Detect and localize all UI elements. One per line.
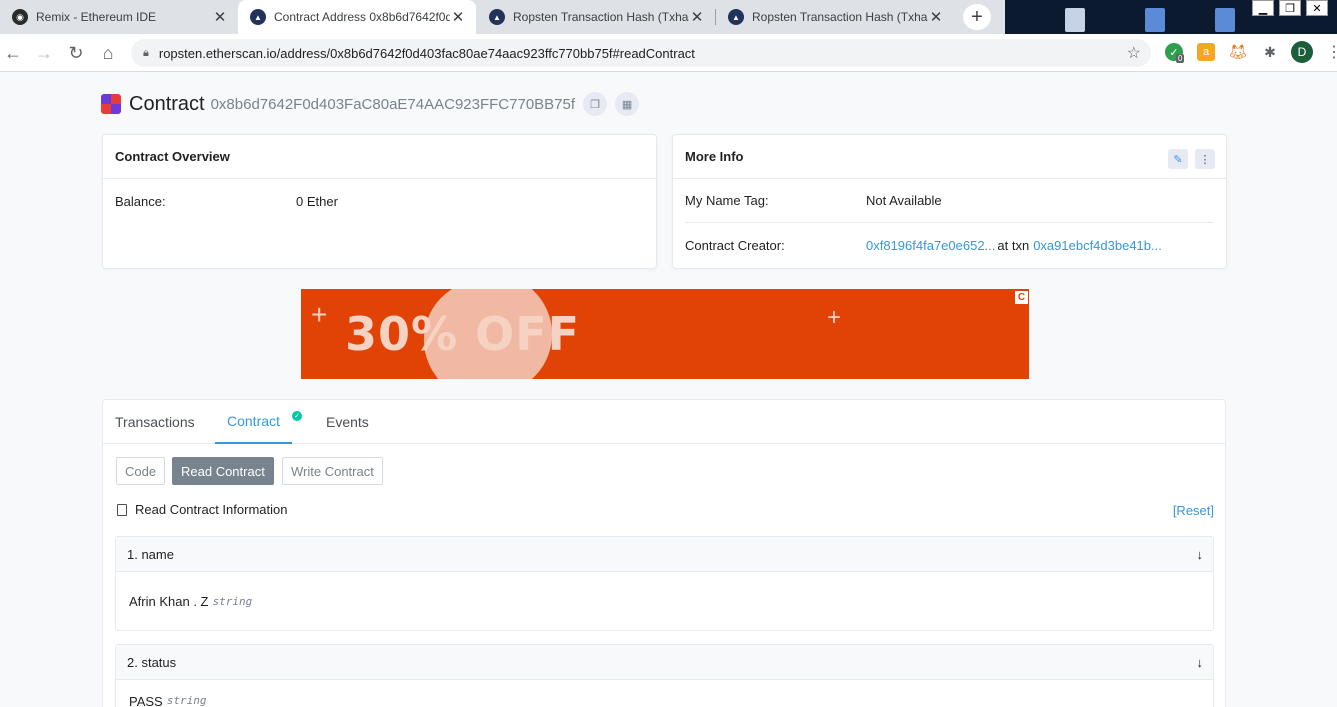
lock-icon[interactable]: 🔒︎ [143,47,149,60]
function-result: PASS string [116,680,1213,707]
remix-icon: ◉ [12,9,28,25]
desktop-file-icon [1065,8,1085,32]
extension-badge: 0 [1176,54,1185,63]
address-bar[interactable]: 🔒︎ ropsten.etherscan.io/address/0x8b6d76… [131,39,1151,67]
tab-contract-label: Contract [227,413,280,429]
read-contract-button[interactable]: Read Contract [172,457,274,485]
contract-header: Contract 0x8b6d7642F0d403FaC80aE74AAC923… [101,89,640,119]
more-info-card: More Info ✎ ⋮ My Name Tag: Not Available… [672,134,1227,269]
back-arrow-icon[interactable]: ← [1,41,25,65]
function-result: Afrin Khan . Z string [116,572,1213,630]
read-contract-info: Read Contract Information [117,502,287,517]
creator-address-link[interactable]: 0xf8196f4fa7e0e652... [866,238,995,253]
url-text[interactable]: ropsten.etherscan.io/address/0x8b6d7642f… [159,46,695,61]
function-label: 2. status [127,654,177,670]
etherscan-icon: ▲ [489,9,505,25]
browser-tab-txhash-1[interactable]: ▲ Ropsten Transaction Hash (Txhas ✕ [477,0,715,34]
close-window-button[interactable]: ✕ [1306,0,1328,16]
browser-tab-txhash-2[interactable]: ▲ Ropsten Transaction Hash (Txhas ✕ [716,0,954,34]
read-contract-info-title: Read Contract Information [135,502,288,517]
tab-title: Contract Address 0x8b6d7642f0d [274,10,450,24]
creator-row: Contract Creator: 0xf8196f4fa7e0e652... … [673,223,1226,267]
browser-tab-contract[interactable]: ▲ Contract Address 0x8b6d7642f0d ✕ [238,0,476,34]
contract-address: 0x8b6d7642F0d403FaC80aE74AAC923FFC770BB7… [210,95,576,113]
write-contract-button[interactable]: Write Contract [282,457,383,485]
arrow-down-icon[interactable]: ↓ [1197,655,1204,670]
restore-window-button[interactable]: ❐ [1279,0,1301,16]
etherscan-icon: ▲ [728,9,744,25]
close-icon[interactable]: ✕ [212,8,228,26]
extensions-puzzle-icon[interactable]: ✱ [1261,43,1279,61]
at-txn-text: at txn [997,237,1030,253]
etherscan-icon: ▲ [250,9,266,25]
page-tabs: Transactions Contract ✓ Events [103,400,1225,444]
creator-txn-link[interactable]: 0xa91ebcf4d3be41b... [1033,238,1162,253]
balance-row: Balance: 0 Ether [103,179,656,223]
bag-extension-icon[interactable]: a [1197,43,1215,61]
banner-headline: 30% OFF [345,307,581,361]
metamask-fox-icon[interactable]: 🦊︎ [1228,43,1247,61]
function-status-block: 2. status ↓ PASS string [115,644,1214,707]
tab-contract[interactable]: Contract ✓ [215,400,302,444]
home-icon[interactable]: ⌂ [96,41,120,65]
plus-icon: + [827,304,842,331]
arrow-down-icon[interactable]: ↓ [1197,547,1204,562]
close-icon[interactable]: ✕ [928,8,944,26]
tab-title: Remix - Ethereum IDE [36,10,157,24]
card-title: More Info [673,135,1226,179]
qr-code-icon[interactable]: ▦ [615,92,640,116]
function-header[interactable]: 2. status ↓ [116,645,1213,680]
name-tag-value: Not Available [866,193,942,208]
tab-title: Ropsten Transaction Hash (Txhas [513,10,689,24]
card-title: Contract Overview [103,135,656,179]
desktop-file-icon [1145,8,1165,32]
close-icon[interactable]: ✕ [450,8,466,26]
balance-value: 0 Ether [296,193,338,209]
page-title: Contract [129,92,205,115]
minimize-window-button[interactable]: ▁ [1252,0,1274,16]
balance-label: Balance: [115,193,166,209]
ad-banner[interactable]: + + 30% OFF C [301,289,1029,379]
more-options-icon[interactable]: ⋮ [1195,149,1215,169]
profile-avatar[interactable]: D [1291,41,1313,63]
new-tab-button[interactable]: + [963,4,991,30]
tab-title: Ropsten Transaction Hash (Txhas [752,10,928,24]
creator-label: Contract Creator: [685,237,785,253]
edit-wand-icon[interactable]: ✎ [1168,149,1188,169]
contract-tabs-card: Transactions Contract ✓ Events Code Read… [102,399,1226,707]
code-button[interactable]: Code [116,457,166,485]
function-header[interactable]: 1. name ↓ [116,537,1213,572]
verified-check-icon: ✓ [291,411,302,421]
forward-arrow-icon[interactable]: → [32,41,56,65]
bookmark-star-icon[interactable]: ☆ [1127,43,1141,63]
function-type: string [166,694,207,707]
function-value: PASS [129,694,163,707]
function-label: 1. name [127,546,174,562]
function-name-block: 1. name ↓ Afrin Khan . Z string [115,536,1214,631]
desktop-file-icon [1215,8,1235,32]
function-value: Afrin Khan . Z [129,593,209,609]
contract-overview-card: Contract Overview Balance: 0 Ether [102,134,657,269]
name-tag-row: My Name Tag: Not Available [685,179,1214,223]
desktop-background: ▁ ❐ ✕ [1005,0,1337,34]
copy-icon[interactable]: ❐ [583,92,608,116]
reload-icon[interactable]: ↻ [64,41,88,65]
browser-toolbar: ← → ↻ ⌂ 🔒︎ ropsten.etherscan.io/address/… [0,34,1337,72]
ad-choices-badge[interactable]: C [1015,291,1028,304]
tab-transactions[interactable]: Transactions [115,400,195,444]
tab-events[interactable]: Events [326,400,369,444]
close-icon[interactable]: ✕ [689,8,705,26]
function-type: string [212,594,253,608]
browser-tab-strip: ◉ Remix - Ethereum IDE ✕ ▲ Contract Addr… [0,0,1337,34]
plus-icon: + [311,299,328,330]
browser-menu-icon[interactable]: ⋮ [1326,42,1337,62]
document-icon [117,503,127,516]
browser-tab-remix[interactable]: ◉ Remix - Ethereum IDE ✕ [0,0,238,34]
reset-link[interactable]: [Reset] [1173,503,1214,518]
name-tag-label: My Name Tag: [685,193,769,208]
contract-blockie-icon [101,94,121,114]
